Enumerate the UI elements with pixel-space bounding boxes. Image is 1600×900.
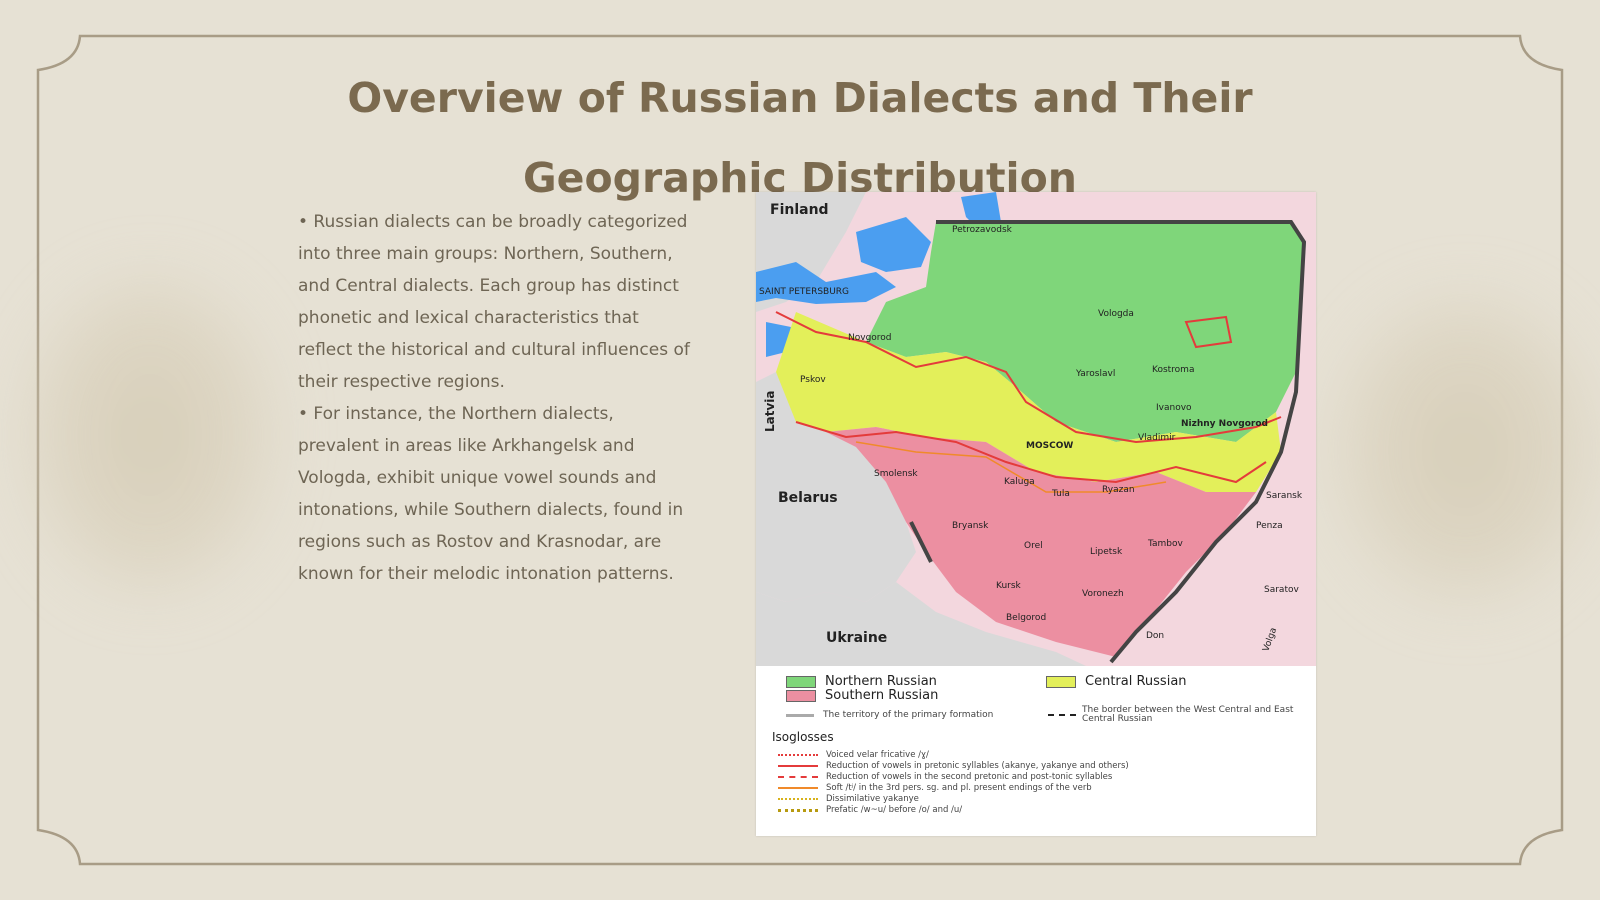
label-finland: Finland: [770, 202, 829, 218]
label-belgorod: Belgorod: [1006, 613, 1046, 623]
isogloss-item: Voiced velar fricative /ɣ/: [778, 750, 929, 760]
label-don-river: Don: [1146, 631, 1164, 641]
label-tambov: Tambov: [1147, 539, 1184, 549]
watercolor-blot-right: [1330, 290, 1600, 610]
map-graphic: Finland Belarus Ukraine Latvia Petrozavo…: [756, 192, 1316, 666]
label-nizhny-novgorod: Nizhny Novgorod: [1181, 419, 1268, 429]
border-dash-swatch: [1048, 714, 1076, 716]
watercolor-blot-left: [20, 270, 280, 600]
paragraph-dialect-groups: • Russian dialects can be broadly catego…: [298, 212, 690, 392]
map-legend: Northern Russian Southern Russian Centra…: [756, 666, 1316, 836]
isogloss-swatch: [778, 787, 818, 789]
label-ukraine: Ukraine: [826, 630, 887, 646]
legend-northern-label: Northern Russian: [825, 674, 937, 689]
label-pskov: Pskov: [800, 375, 826, 385]
label-petrozavodsk: Petrozavodsk: [952, 225, 1013, 235]
isogloss-label: Soft /tʲ/ in the 3rd pers. sg. and pl. p…: [826, 783, 1092, 793]
isoglosses-heading: Isoglosses: [772, 730, 834, 744]
label-vladimir: Vladimir: [1138, 433, 1176, 443]
legend-primary-territory: The territory of the primary formation: [786, 710, 993, 720]
isogloss-label: Prefatic /w~u/ before /o/ and /u/: [826, 805, 963, 815]
label-penza: Penza: [1256, 521, 1283, 531]
label-lipetsk: Lipetsk: [1090, 547, 1123, 557]
paragraph-examples: • For instance, the Northern dialects, p…: [298, 404, 684, 584]
label-smolensk: Smolensk: [874, 469, 918, 479]
isogloss-item: Soft /tʲ/ in the 3rd pers. sg. and pl. p…: [778, 783, 1092, 793]
label-yaroslavl: Yaroslavl: [1075, 369, 1115, 379]
legend-central-label: Central Russian: [1085, 674, 1187, 689]
isogloss-label: Reduction of vowels in the second preton…: [826, 772, 1113, 782]
northern-swatch: [786, 675, 816, 688]
dialect-map: Finland Belarus Ukraine Latvia Petrozavo…: [756, 192, 1316, 836]
label-kursk: Kursk: [996, 581, 1022, 591]
isogloss-swatch: [778, 798, 818, 800]
label-kostroma: Kostroma: [1152, 365, 1194, 375]
label-moscow: MOSCOW: [1026, 441, 1073, 451]
label-saint-petersburg: SAINT PETERSBURG: [759, 287, 849, 297]
label-saratov: Saratov: [1264, 585, 1299, 595]
label-belarus: Belarus: [778, 490, 838, 506]
label-vologda: Vologda: [1098, 309, 1134, 319]
isogloss-item: Dissimilative yakanye: [778, 794, 919, 804]
isogloss-item: Reduction of vowels in pretonic syllable…: [778, 761, 1129, 771]
legend-southern-label: Southern Russian: [825, 688, 939, 703]
primary-territory-swatch: [786, 713, 814, 717]
isogloss-swatch: [778, 765, 818, 767]
legend-primary-territory-label: The territory of the primary formation: [823, 710, 994, 720]
label-orel: Orel: [1024, 541, 1043, 551]
legend-northern: Northern Russian: [786, 674, 937, 689]
label-bryansk: Bryansk: [952, 521, 989, 531]
isogloss-swatch: [778, 776, 818, 778]
legend-central: Central Russian: [1046, 674, 1187, 689]
label-ryazan: Ryazan: [1102, 485, 1135, 495]
southern-swatch: [786, 689, 816, 702]
isogloss-label: Reduction of vowels in pretonic syllable…: [826, 761, 1129, 771]
legend-border-note-label: The border between the West Central and …: [1082, 705, 1294, 724]
isogloss-item: Reduction of vowels in the second preton…: [778, 772, 1112, 782]
label-tula: Tula: [1051, 489, 1070, 499]
label-saransk: Saransk: [1266, 491, 1303, 501]
label-voronezh: Voronezh: [1082, 589, 1124, 599]
label-latvia: Latvia: [763, 390, 777, 432]
label-kaluga: Kaluga: [1004, 477, 1035, 487]
isogloss-item: Prefatic /w~u/ before /o/ and /u/: [778, 805, 962, 815]
legend-southern: Southern Russian: [786, 688, 938, 703]
isogloss-swatch: [778, 808, 818, 812]
isogloss-label: Dissimilative yakanye: [826, 794, 919, 804]
central-swatch: [1046, 675, 1076, 688]
isogloss-swatch: [778, 754, 818, 756]
isogloss-label: Voiced velar fricative /ɣ/: [826, 750, 929, 760]
label-ivanovo: Ivanovo: [1156, 403, 1192, 413]
label-novgorod: Novgorod: [848, 333, 892, 343]
legend-border-note: The border between the West Central and …: [1048, 706, 1308, 724]
slide: Overview of Russian Dialects and Their G…: [0, 0, 1600, 900]
body-text: • Russian dialects can be broadly catego…: [298, 206, 698, 590]
